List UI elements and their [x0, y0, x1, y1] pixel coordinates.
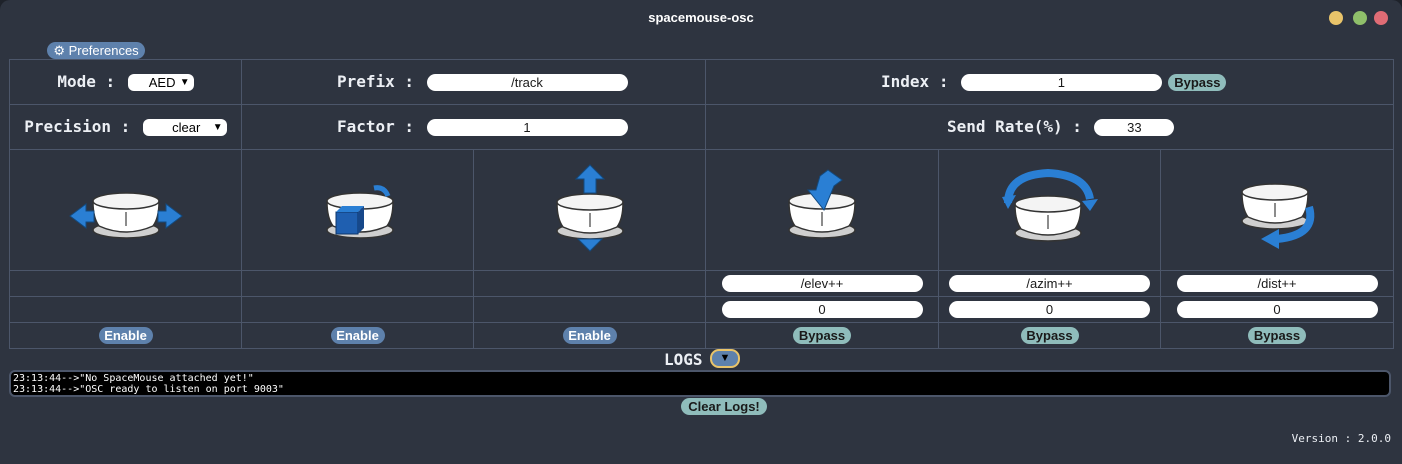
- axis-action-cell-2: Enable: [241, 322, 474, 349]
- precision-label: Precision :: [24, 117, 131, 136]
- bypass-button-dist[interactable]: Bypass: [1248, 326, 1307, 344]
- rotate-azimuth-icon: [1001, 168, 1098, 242]
- app-window: spacemouse-osc ⚙ Preferences Mode : AED …: [0, 0, 1402, 464]
- logs-toggle-button[interactable]: ▼: [710, 349, 740, 368]
- logs-header: LOGS ▼: [0, 349, 1402, 369]
- version-label: Version : 2.0.0: [1291, 432, 1391, 445]
- axis-action-cell-6: Bypass: [1160, 322, 1395, 349]
- maximize-button[interactable]: [1353, 11, 1367, 25]
- empty-cell: [9, 296, 242, 323]
- factor-input[interactable]: 1: [426, 119, 628, 137]
- log-line: 23:13:44-->"No SpaceMouse attached yet!": [13, 373, 254, 384]
- factor-cell: Factor : 1: [240, 104, 707, 150]
- prefix-label: Prefix :: [337, 72, 415, 91]
- enable-button-z[interactable]: Enable: [562, 326, 617, 344]
- log-output[interactable]: 23:13:44-->"No SpaceMouse attached yet!"…: [9, 370, 1391, 397]
- translate-y-icon: [325, 184, 394, 239]
- empty-cell: [241, 270, 474, 297]
- roll-distance-icon: [1241, 182, 1315, 249]
- tilt-elevation-icon: [788, 168, 856, 239]
- empty-cell: [9, 270, 242, 297]
- axis-action-cell-4: Bypass: [705, 322, 940, 349]
- axis-cell-2: [241, 149, 474, 271]
- send-rate-label: Send Rate(%) :: [947, 117, 1082, 136]
- axis-cell-3: [472, 149, 707, 271]
- translate-z-icon: [555, 163, 624, 252]
- mode-select[interactable]: AED ▼: [127, 74, 194, 92]
- log-line: 23:13:44-->"OSC ready to listen on port …: [13, 384, 284, 395]
- index-bypass-button[interactable]: Bypass: [1168, 74, 1227, 91]
- elev-value-cell: 0: [705, 296, 940, 323]
- chevron-down-icon: ▼: [719, 352, 731, 364]
- bypass-button-azim[interactable]: Bypass: [1020, 326, 1079, 344]
- empty-cell: [472, 296, 707, 323]
- translate-x-icon: [68, 191, 183, 239]
- factor-label: Factor :: [337, 117, 415, 136]
- dist-value-input[interactable]: 0: [1176, 300, 1378, 318]
- mode-label: Mode :: [57, 72, 116, 91]
- send-rate-input[interactable]: 33: [1094, 119, 1175, 137]
- prefix-input[interactable]: /track: [426, 74, 628, 92]
- elev-value-input[interactable]: 0: [721, 300, 923, 318]
- preferences-button[interactable]: ⚙ Preferences: [47, 42, 145, 59]
- precision-select-value: clear: [172, 120, 201, 136]
- index-label: Index :: [881, 72, 949, 91]
- enable-button-x[interactable]: Enable: [98, 326, 153, 344]
- axis-cell-4: [705, 149, 940, 271]
- control-grid: Mode : AED ▼ Prefix : /track Index : 1 B…: [9, 59, 1395, 349]
- axis-action-cell-1: Enable: [9, 322, 242, 349]
- chevron-down-icon: ▼: [212, 122, 223, 134]
- precision-cell: Precision : clear ▼: [9, 104, 242, 150]
- elev-address-cell: /elev++: [705, 270, 940, 297]
- axis-cell-5: [938, 149, 1162, 271]
- bypass-button-elev[interactable]: Bypass: [793, 326, 852, 344]
- clear-logs-button[interactable]: Clear Logs!: [681, 398, 767, 415]
- dist-value-cell: 0: [1160, 296, 1395, 323]
- axis-action-cell-5: Bypass: [938, 322, 1162, 349]
- dist-address-cell: /dist++: [1160, 270, 1395, 297]
- precision-select[interactable]: clear ▼: [142, 119, 227, 137]
- title-bar[interactable]: spacemouse-osc: [0, 0, 1402, 36]
- prefix-cell: Prefix : /track: [240, 59, 707, 105]
- window-title: spacemouse-osc: [648, 10, 754, 25]
- index-cell: Index : 1 Bypass: [705, 59, 1395, 105]
- index-input[interactable]: 1: [960, 74, 1162, 92]
- axis-cell-6: [1160, 149, 1395, 271]
- azim-value-cell: 0: [938, 296, 1162, 323]
- send-rate-cell: Send Rate(%) : 33: [705, 104, 1395, 150]
- azim-address-cell: /azim++: [938, 270, 1162, 297]
- dist-address-input[interactable]: /dist++: [1176, 274, 1378, 292]
- logs-title: LOGS: [664, 350, 703, 369]
- chevron-down-icon: ▼: [179, 77, 190, 89]
- close-button[interactable]: [1374, 11, 1388, 25]
- azim-address-input[interactable]: /azim++: [949, 274, 1151, 292]
- empty-cell: [241, 296, 474, 323]
- mode-select-value: AED: [148, 75, 176, 91]
- axis-action-cell-3: Enable: [472, 322, 707, 349]
- axis-cell-1: [9, 149, 242, 271]
- empty-cell: [472, 270, 707, 297]
- elev-address-input[interactable]: /elev++: [721, 274, 923, 292]
- azim-value-input[interactable]: 0: [949, 300, 1151, 318]
- enable-button-y[interactable]: Enable: [330, 326, 385, 344]
- mode-cell: Mode : AED ▼: [9, 59, 242, 105]
- minimize-button[interactable]: [1329, 11, 1343, 25]
